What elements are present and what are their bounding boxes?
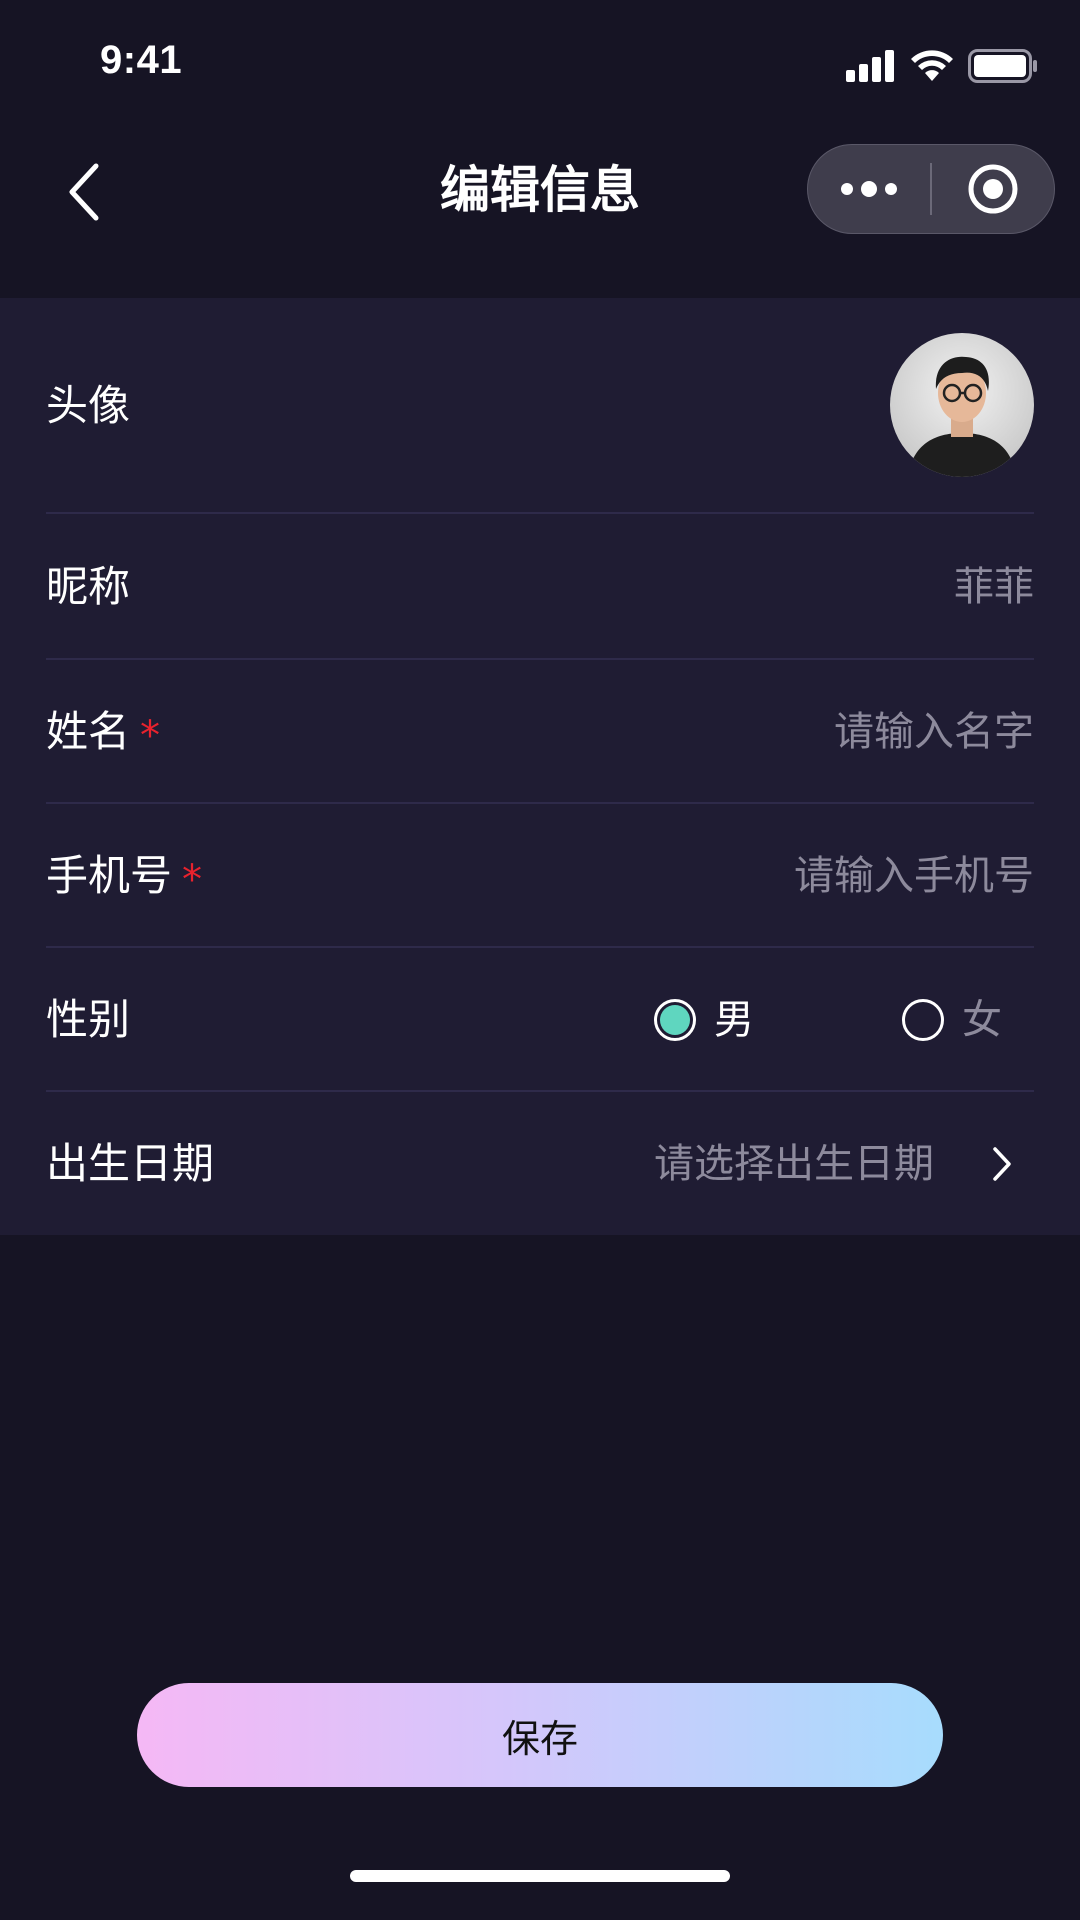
more-button[interactable] (808, 145, 930, 233)
gender-row: 性别 男 女 (46, 948, 1034, 1092)
name-row[interactable]: 姓名 * 请输入名字 (46, 660, 1034, 804)
name-label: 姓名 (46, 707, 131, 756)
status-bar: 9:41 (0, 0, 1080, 130)
target-circle-icon (968, 164, 1018, 214)
battery-icon (968, 49, 1037, 83)
required-mark: * (182, 857, 203, 903)
required-mark: * (140, 713, 161, 759)
avatar-row[interactable]: 头像 (46, 298, 1034, 514)
wifi-icon (911, 50, 953, 81)
radio-button-unchecked[interactable] (902, 999, 944, 1041)
phone-row[interactable]: 手机号 * 请输入手机号 (46, 804, 1034, 948)
nickname-row[interactable]: 昵称 菲菲 (46, 514, 1034, 660)
cellular-signal-icon (846, 50, 894, 82)
gender-label: 性别 (46, 995, 131, 1044)
status-icons (846, 48, 1038, 84)
status-time: 9:41 (100, 38, 183, 82)
birthday-label: 出生日期 (46, 1139, 215, 1188)
gender-option-male[interactable]: 男 (654, 948, 754, 1092)
radio-button-checked[interactable] (654, 999, 696, 1041)
radio-dot (660, 1005, 690, 1035)
close-button[interactable] (932, 145, 1054, 233)
avatar[interactable] (890, 333, 1034, 477)
avatar-image (890, 333, 1034, 477)
mini-program-capsule (807, 144, 1055, 234)
gender-option-male-label: 男 (714, 997, 754, 1043)
nickname-label: 昵称 (46, 562, 131, 611)
nickname-value[interactable]: 菲菲 (954, 562, 1034, 612)
birthday-row[interactable]: 出生日期 请选择出生日期 (46, 1092, 1034, 1235)
gender-option-female-label: 女 (962, 997, 1002, 1043)
home-indicator (350, 1870, 730, 1882)
more-dots-icon (841, 181, 897, 197)
save-button[interactable]: 保存 (137, 1683, 943, 1787)
birthday-picker[interactable]: 请选择出生日期 (654, 1139, 934, 1189)
profile-form: 头像 昵称 菲菲 姓名 * 请输入名字 手机号 * 请输入手机号 性别 男 女 … (0, 298, 1080, 1235)
gender-radio-group: 男 女 (654, 948, 1034, 1092)
name-label-wrap: 姓名 * (46, 707, 160, 759)
nav-bar: 编辑信息 (0, 130, 1080, 250)
phone-label-wrap: 手机号 * (46, 851, 202, 903)
chevron-right-icon (993, 1147, 1011, 1181)
phone-label: 手机号 (46, 851, 173, 900)
gender-option-female[interactable]: 女 (902, 948, 1002, 1092)
avatar-label: 头像 (46, 381, 131, 430)
phone-input[interactable]: 请输入手机号 (794, 851, 1034, 901)
name-input[interactable]: 请输入名字 (834, 707, 1034, 757)
